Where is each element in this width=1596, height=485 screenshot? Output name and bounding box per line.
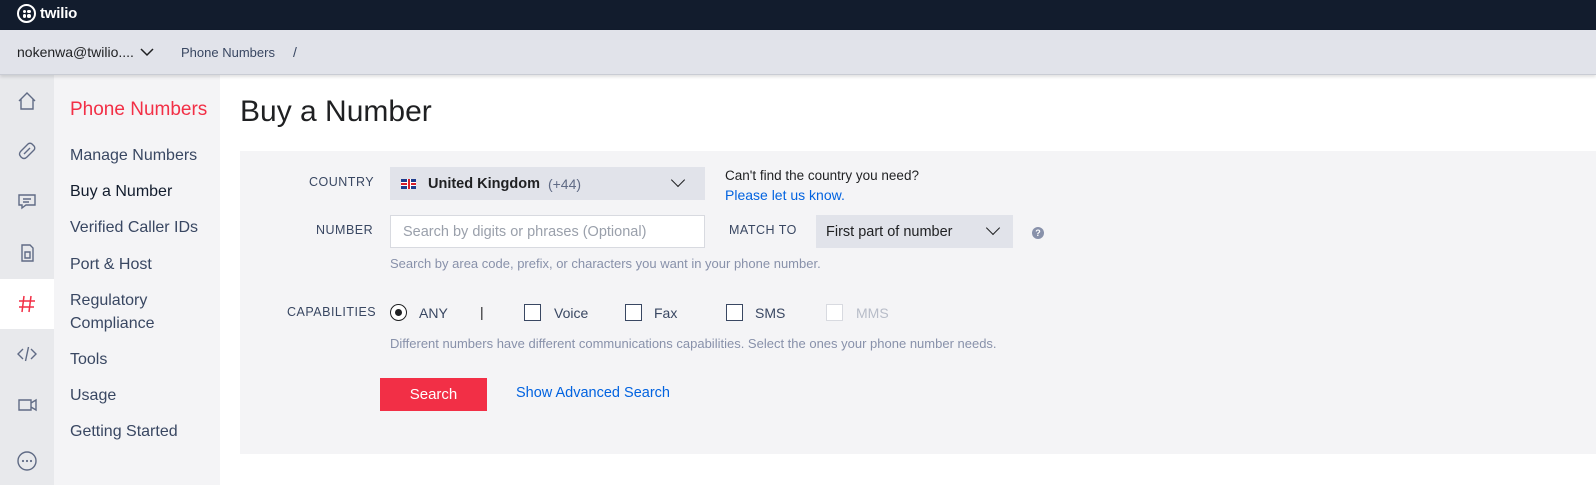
sim-card-icon xyxy=(21,244,34,262)
fax-label: Fax xyxy=(654,305,678,321)
nav-item-port-host[interactable]: Port & Host xyxy=(70,253,215,276)
nav-item-verified-caller-ids[interactable]: Verified Caller IDs xyxy=(70,216,215,239)
mms-checkbox xyxy=(826,304,843,321)
mms-label: MMS xyxy=(856,305,889,321)
hash-icon xyxy=(19,295,35,313)
help-icon[interactable]: ? xyxy=(1032,227,1044,239)
nav-item-tools[interactable]: Tools xyxy=(70,348,215,371)
breadcrumb-bar: nokenwa@twilio.... Phone Numbers / xyxy=(0,30,1596,75)
number-label: NUMBER xyxy=(316,223,374,237)
voice-label: Voice xyxy=(554,305,589,321)
country-select[interactable]: United Kingdom (+44) xyxy=(390,167,705,200)
country-help-text: Can't find the country you need? xyxy=(725,168,919,183)
number-search-input[interactable] xyxy=(390,215,705,248)
nav-item-getting-started[interactable]: Getting Started xyxy=(70,420,215,443)
top-bar: twilio xyxy=(0,0,1596,30)
fax-checkbox[interactable] xyxy=(625,304,642,321)
rail-more[interactable] xyxy=(0,436,54,485)
let-us-know-link[interactable]: Please let us know. xyxy=(725,187,845,203)
match-to-label: MATCH TO xyxy=(729,223,797,237)
chevron-down-icon xyxy=(140,48,154,57)
home-icon xyxy=(18,92,36,110)
page-title: Buy a Number xyxy=(240,95,432,128)
code-icon xyxy=(17,346,37,362)
account-switcher[interactable]: nokenwa@twilio.... xyxy=(17,44,154,60)
breadcrumb-phone-numbers[interactable]: Phone Numbers xyxy=(181,45,275,60)
phone-icon xyxy=(18,142,36,160)
country-label: COUNTRY xyxy=(309,175,375,189)
rail-home[interactable] xyxy=(0,76,54,126)
breadcrumb-separator: / xyxy=(293,44,297,60)
sms-checkbox[interactable] xyxy=(726,304,743,321)
video-icon xyxy=(18,398,37,412)
uk-flag-icon xyxy=(401,178,416,189)
match-to-value: First part of number xyxy=(826,223,953,240)
rail-developer[interactable] xyxy=(0,329,54,379)
show-advanced-search-link[interactable]: Show Advanced Search xyxy=(516,385,670,401)
rail-video[interactable] xyxy=(0,380,54,430)
number-hint: Search by area code, prefix, or characte… xyxy=(390,256,821,271)
rail-messaging[interactable] xyxy=(0,176,54,226)
nav-item-manage-numbers[interactable]: Manage Numbers xyxy=(70,144,215,167)
nav-item-regulatory-compliance[interactable]: Regulatory Compliance xyxy=(70,289,215,335)
nav-item-usage[interactable]: Usage xyxy=(70,384,215,407)
any-radio[interactable] xyxy=(390,304,407,321)
capabilities-label: CAPABILITIES xyxy=(287,305,377,319)
logo-text: twilio xyxy=(40,5,78,22)
rail-voice[interactable] xyxy=(0,126,54,176)
country-code: (+44) xyxy=(547,175,582,192)
any-label: ANY xyxy=(419,305,448,321)
chevron-down-icon xyxy=(670,172,686,188)
twilio-logo-icon xyxy=(17,4,36,23)
search-button[interactable]: Search xyxy=(380,378,487,411)
rail-phone-numbers[interactable] xyxy=(0,279,54,329)
match-to-select[interactable]: First part of number xyxy=(816,215,1013,248)
more-icon xyxy=(17,451,37,471)
sms-label: SMS xyxy=(755,305,786,321)
country-name: United Kingdom xyxy=(428,175,540,192)
rail-sim[interactable] xyxy=(0,228,54,278)
capabilities-hint: Different numbers have different communi… xyxy=(390,336,997,351)
phone-numbers-nav: Phone Numbers Manage Numbers Buy a Numbe… xyxy=(54,75,220,485)
chevron-down-icon xyxy=(985,220,1001,236)
account-name: nokenwa@twilio.... xyxy=(17,44,134,60)
nav-title[interactable]: Phone Numbers xyxy=(70,99,207,121)
nav-item-buy-a-number[interactable]: Buy a Number xyxy=(70,180,215,203)
product-rail xyxy=(0,75,54,485)
chat-icon xyxy=(18,194,36,210)
capabilities-divider: | xyxy=(480,304,484,320)
twilio-logo[interactable]: twilio xyxy=(17,4,77,23)
voice-checkbox[interactable] xyxy=(524,304,541,321)
